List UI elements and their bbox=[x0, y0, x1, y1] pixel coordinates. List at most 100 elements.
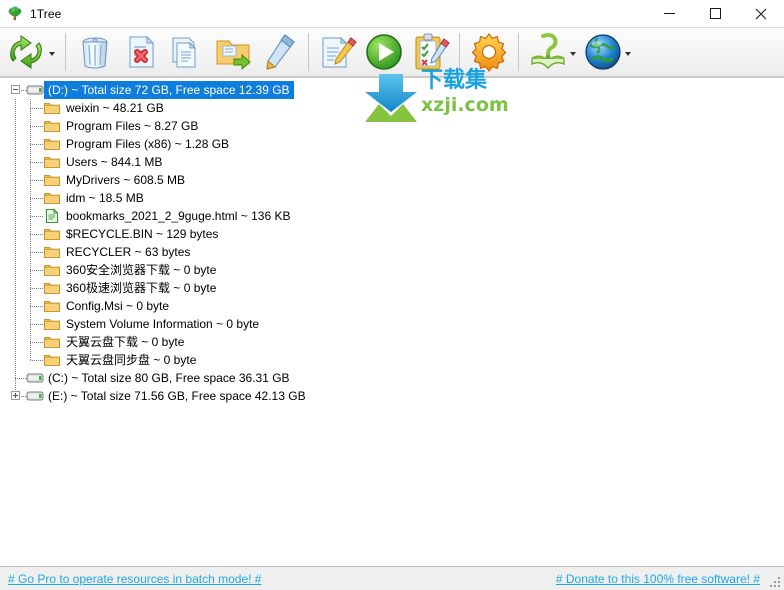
play-green-icon bbox=[363, 31, 405, 73]
chevron-down-icon[interactable] bbox=[623, 31, 633, 73]
tree-guide-line bbox=[30, 288, 44, 289]
drive-icon bbox=[26, 82, 44, 98]
tree-row[interactable]: 天翼云盘同步盘 ~ 0 byte bbox=[0, 351, 784, 369]
title-bar: 1Tree bbox=[0, 0, 784, 27]
folder-icon bbox=[44, 190, 60, 206]
tree-guide-line bbox=[15, 207, 16, 225]
tree-row-label[interactable]: (C:) ~ Total size 80 GB, Free space 36.3… bbox=[44, 369, 294, 387]
delete-file-button[interactable] bbox=[118, 28, 164, 76]
toolbar-separator bbox=[459, 33, 460, 71]
tree-guide-line bbox=[30, 144, 44, 145]
tree-row[interactable]: 360极速浏览器下载 ~ 0 byte bbox=[0, 279, 784, 297]
tree-row-label[interactable]: Program Files ~ 8.27 GB bbox=[62, 117, 202, 135]
tree-row[interactable]: bookmarks_2021_2_9guge.html ~ 136 KB bbox=[0, 207, 784, 225]
tree-row[interactable]: (D:) ~ Total size 72 GB, Free space 12.3… bbox=[0, 81, 784, 99]
drive-icon bbox=[26, 388, 44, 404]
tree-row-label[interactable]: RECYCLER ~ 63 bytes bbox=[62, 243, 194, 261]
recycle-bin-button[interactable] bbox=[72, 28, 118, 76]
tree-row[interactable]: $RECYCLE.BIN ~ 129 bytes bbox=[0, 225, 784, 243]
close-button[interactable] bbox=[738, 0, 784, 27]
tree-row[interactable]: 天翼云盘下载 ~ 0 byte bbox=[0, 333, 784, 351]
tree-row[interactable]: Program Files (x86) ~ 1.28 GB bbox=[0, 135, 784, 153]
tree-row-label[interactable]: Config.Msi ~ 0 byte bbox=[62, 297, 173, 315]
tree-row-label[interactable]: 360极速浏览器下载 ~ 0 byte bbox=[62, 279, 220, 297]
run-scan-button[interactable] bbox=[361, 28, 407, 76]
help-button[interactable] bbox=[525, 28, 580, 76]
tree-guide-line bbox=[15, 189, 16, 207]
copy-list-button[interactable] bbox=[164, 28, 210, 76]
tree-row-label[interactable]: idm ~ 18.5 MB bbox=[62, 189, 148, 207]
tree-row-label[interactable]: Program Files (x86) ~ 1.28 GB bbox=[62, 135, 233, 153]
folder-icon bbox=[44, 154, 60, 170]
tree-row-label[interactable]: bookmarks_2021_2_9guge.html ~ 136 KB bbox=[62, 207, 295, 225]
tree-row-label[interactable]: Users ~ 844.1 MB bbox=[62, 153, 166, 171]
status-bar: # Go Pro to operate resources in batch m… bbox=[0, 566, 784, 590]
tree-row[interactable]: System Volume Information ~ 0 byte bbox=[0, 315, 784, 333]
tree-guide-line bbox=[30, 360, 44, 361]
tree-row[interactable]: Config.Msi ~ 0 byte bbox=[0, 297, 784, 315]
folder-icon bbox=[44, 262, 60, 278]
folder-icon bbox=[44, 244, 60, 260]
drive-icon bbox=[26, 370, 44, 386]
checklist-button[interactable] bbox=[407, 28, 453, 76]
chevron-down-icon[interactable] bbox=[47, 31, 57, 73]
tree-row[interactable]: weixin ~ 48.21 GB bbox=[0, 99, 784, 117]
tree-row-label[interactable]: $RECYCLE.BIN ~ 129 bytes bbox=[62, 225, 222, 243]
document-pencil-icon bbox=[317, 31, 359, 73]
settings-button[interactable] bbox=[466, 28, 512, 76]
globe-icon bbox=[582, 31, 624, 73]
rename-button[interactable] bbox=[256, 28, 302, 76]
move-folder-button[interactable] bbox=[210, 28, 256, 76]
question-book-icon bbox=[527, 31, 569, 73]
tree-view[interactable]: (D:) ~ Total size 72 GB, Free space 12.3… bbox=[0, 78, 784, 405]
edit-report-button[interactable] bbox=[315, 28, 361, 76]
collapse-node-button[interactable] bbox=[11, 85, 20, 94]
tree-indent-guides bbox=[0, 189, 62, 207]
tree-row-label[interactable]: 360安全浏览器下载 ~ 0 byte bbox=[62, 261, 220, 279]
go-pro-link[interactable]: # Go Pro to operate resources in batch m… bbox=[8, 572, 261, 586]
tree-indent-guides bbox=[0, 387, 44, 405]
tree-guide-line bbox=[15, 135, 16, 153]
tree-row[interactable]: idm ~ 18.5 MB bbox=[0, 189, 784, 207]
tree-row[interactable]: (C:) ~ Total size 80 GB, Free space 36.3… bbox=[0, 369, 784, 387]
tree-guide-line bbox=[30, 108, 44, 109]
toolbar-separator bbox=[65, 33, 66, 71]
tree-row-label[interactable]: 天翼云盘下载 ~ 0 byte bbox=[62, 333, 188, 351]
tree-guide-line bbox=[15, 378, 26, 379]
toolbar-separator bbox=[518, 33, 519, 71]
website-button[interactable] bbox=[580, 28, 635, 76]
tree-row[interactable]: Program Files ~ 8.27 GB bbox=[0, 117, 784, 135]
tree-row[interactable]: MyDrivers ~ 608.5 MB bbox=[0, 171, 784, 189]
tree-row-label[interactable]: MyDrivers ~ 608.5 MB bbox=[62, 171, 189, 189]
gear-orange-icon bbox=[468, 31, 510, 73]
tree-row-label[interactable]: weixin ~ 48.21 GB bbox=[62, 99, 168, 117]
tree-indent-guides bbox=[0, 225, 62, 243]
tree-panel[interactable]: (D:) ~ Total size 72 GB, Free space 12.3… bbox=[0, 77, 784, 566]
tree-row-label[interactable]: System Volume Information ~ 0 byte bbox=[62, 315, 263, 333]
chevron-down-icon[interactable] bbox=[568, 31, 578, 73]
tree-row[interactable]: RECYCLER ~ 63 bytes bbox=[0, 243, 784, 261]
tree-guide-line bbox=[15, 333, 16, 351]
resize-grip[interactable] bbox=[768, 575, 780, 587]
tree-row[interactable]: 360安全浏览器下载 ~ 0 byte bbox=[0, 261, 784, 279]
minimize-button[interactable] bbox=[646, 0, 692, 27]
folder-icon bbox=[44, 136, 60, 152]
tree-row-label[interactable]: 天翼云盘同步盘 ~ 0 byte bbox=[62, 351, 200, 369]
folder-icon bbox=[44, 280, 60, 296]
tree-row-label[interactable]: (E:) ~ Total size 71.56 GB, Free space 4… bbox=[44, 387, 310, 405]
tree-row-label[interactable]: (D:) ~ Total size 72 GB, Free space 12.3… bbox=[44, 81, 294, 99]
tree-guide-line bbox=[15, 279, 16, 297]
html-file-icon bbox=[44, 208, 60, 224]
tree-indent-guides bbox=[0, 81, 44, 99]
maximize-button[interactable] bbox=[692, 0, 738, 27]
window-controls bbox=[646, 0, 784, 27]
tree-indent-guides bbox=[0, 315, 62, 333]
refresh-scan-button[interactable] bbox=[4, 28, 59, 76]
clipboard-check-icon bbox=[409, 31, 451, 73]
tree-row[interactable]: Users ~ 844.1 MB bbox=[0, 153, 784, 171]
expand-node-button[interactable] bbox=[11, 391, 20, 400]
tree-indent-guides bbox=[0, 117, 62, 135]
donate-link[interactable]: # Donate to this 100% free software! # bbox=[556, 572, 760, 586]
tree-row[interactable]: (E:) ~ Total size 71.56 GB, Free space 4… bbox=[0, 387, 784, 405]
documents-copy-icon bbox=[166, 31, 208, 73]
